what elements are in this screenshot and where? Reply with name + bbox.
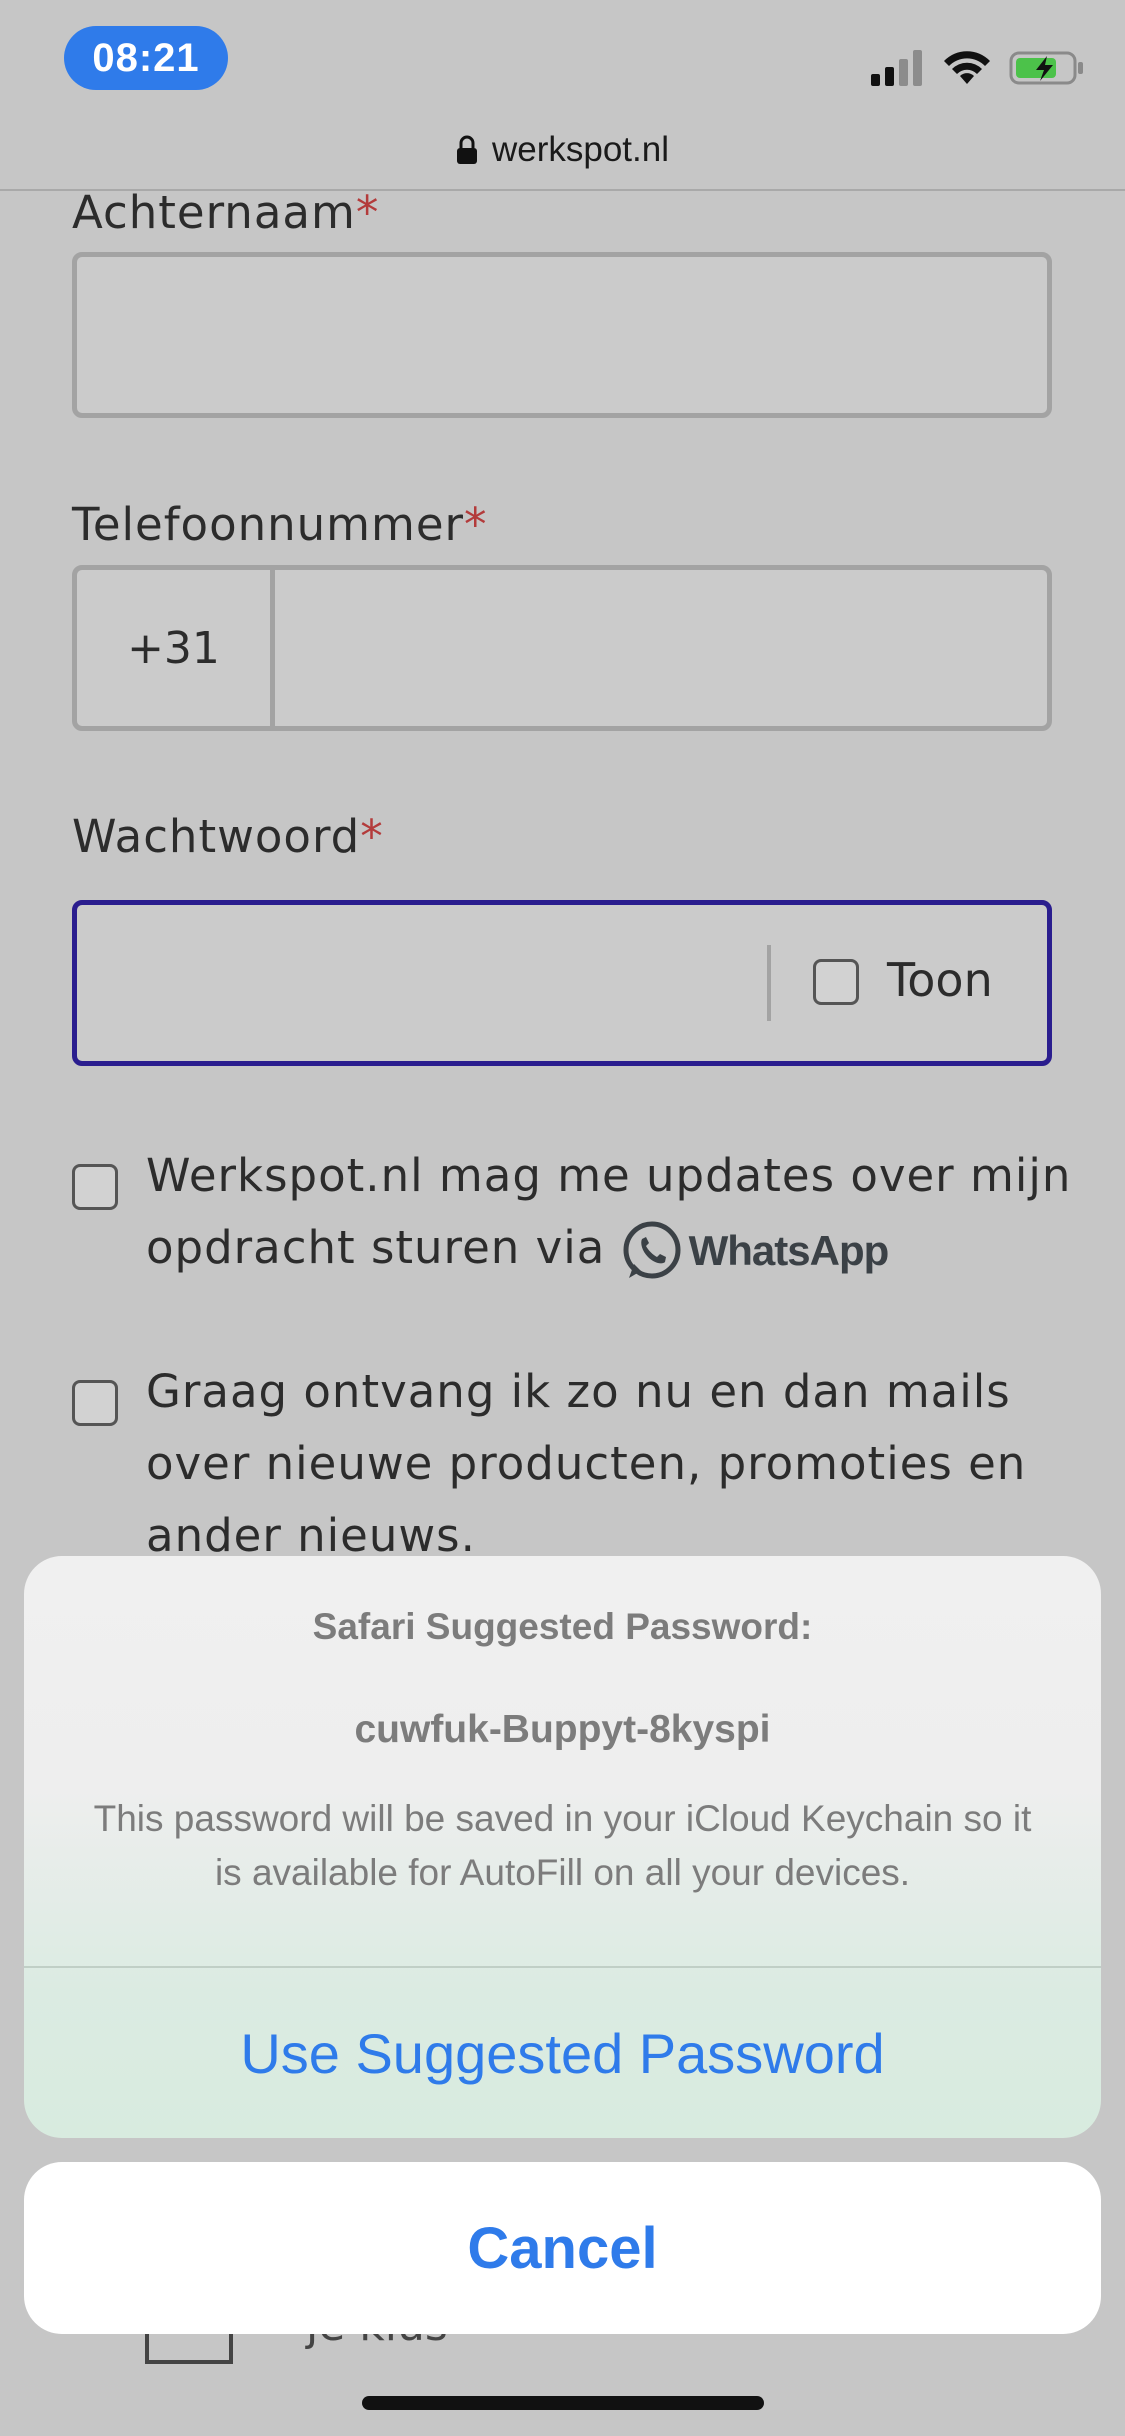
password-toggle-divider: [767, 945, 771, 1021]
phone-label: Telefoonnummer*: [72, 498, 488, 551]
last-name-label-text: Achternaam: [72, 186, 356, 239]
address-bar[interactable]: werkspot.nl: [0, 110, 1125, 190]
suggested-password-sheet: Safari Suggested Password: cuwfuk-Buppyt…: [24, 1556, 1101, 2138]
phone-field: +31: [72, 565, 1052, 731]
show-password-checkbox[interactable]: [813, 959, 859, 1005]
required-marker: *: [464, 498, 488, 551]
suggested-password-value: cuwfuk-Buppyt-8kyspi: [354, 1708, 771, 1751]
show-password-label[interactable]: Toon: [887, 953, 993, 1007]
password-field: Toon: [72, 900, 1052, 1066]
wifi-icon: [944, 51, 990, 84]
whatsapp-optin-label[interactable]: Werkspot.nl mag me updates over mijn opd…: [146, 1140, 1125, 1287]
last-name-input[interactable]: [72, 252, 1052, 418]
whatsapp-optin-text: Werkspot.nl mag me updates over mijn opd…: [146, 1149, 1072, 1274]
whatsapp-wordmark: WhatsApp: [688, 1227, 890, 1274]
password-input[interactable]: [77, 905, 765, 1061]
phone-country-prefix[interactable]: +31: [77, 570, 275, 726]
password-label: Wachtwoord*: [72, 810, 384, 863]
required-marker: *: [360, 810, 384, 863]
status-time[interactable]: 08:21: [64, 26, 228, 90]
newsletter-optin-checkbox[interactable]: [72, 1380, 118, 1426]
newsletter-optin-label[interactable]: Graag ontvang ik zo nu en dan mails over…: [146, 1356, 1125, 1572]
whatsapp-icon: [623, 1221, 681, 1279]
required-marker: *: [355, 186, 380, 239]
cancel-button[interactable]: Cancel: [24, 2162, 1101, 2334]
whatsapp-logo: WhatsApp: [621, 1215, 889, 1287]
password-label-text: Wachtwoord: [72, 810, 361, 863]
phone-label-text: Telefoonnummer: [72, 498, 465, 551]
status-bar: 08:21: [0, 0, 1125, 110]
sheet-title: Safari Suggested Password:: [312, 1606, 813, 1647]
home-indicator[interactable]: [362, 2396, 764, 2410]
cellular-signal-icon: [871, 50, 922, 86]
status-icons: [871, 50, 1085, 86]
battery-charging-icon: [1009, 51, 1083, 85]
use-suggested-password-button[interactable]: Use Suggested Password: [24, 1968, 1101, 2138]
whatsapp-optin-checkbox[interactable]: [72, 1164, 118, 1210]
phone-input[interactable]: [275, 570, 1047, 726]
url-text: werkspot.nl: [491, 130, 670, 169]
lock-icon: [456, 135, 477, 164]
last-name-label: Achternaam*: [72, 186, 379, 239]
sheet-description: This password will be saved in your iClo…: [93, 1798, 1032, 1893]
